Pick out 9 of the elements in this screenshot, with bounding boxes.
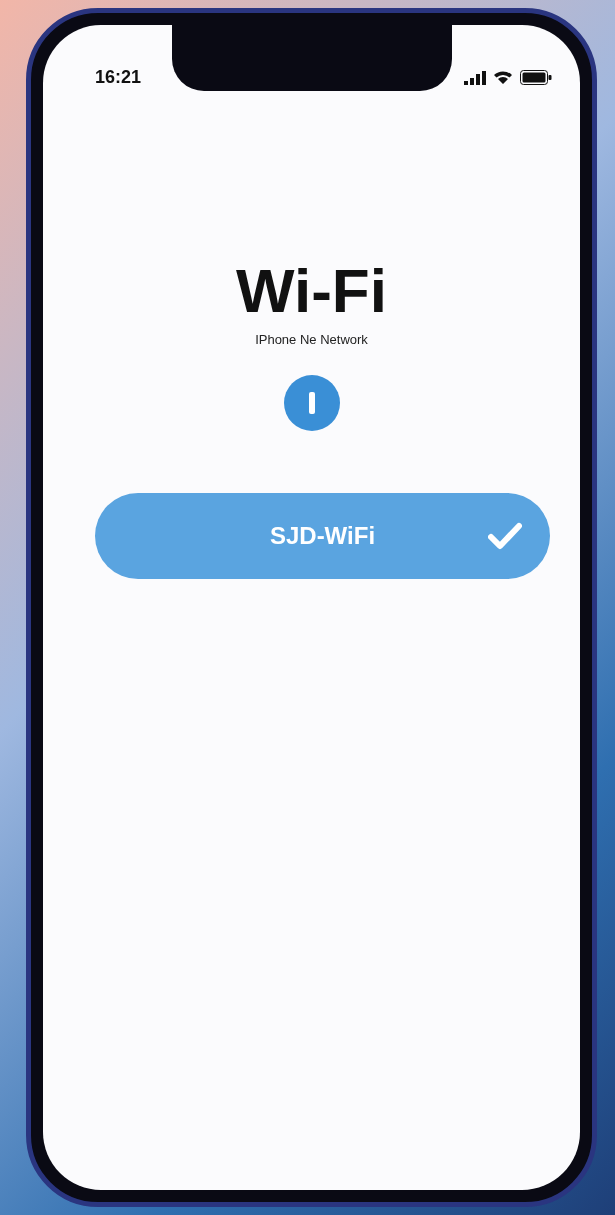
signal-icon	[464, 70, 486, 85]
status-time: 16:21	[95, 67, 142, 88]
network-row[interactable]: SJD-WiFi	[95, 493, 550, 579]
battery-icon	[520, 70, 552, 85]
checkmark-icon	[488, 522, 522, 550]
wifi-icon	[493, 70, 513, 85]
page-title: Wi-Fi	[236, 260, 387, 322]
page-subtitle: IPhone Ne Network	[255, 332, 368, 347]
info-icon[interactable]	[283, 375, 340, 431]
